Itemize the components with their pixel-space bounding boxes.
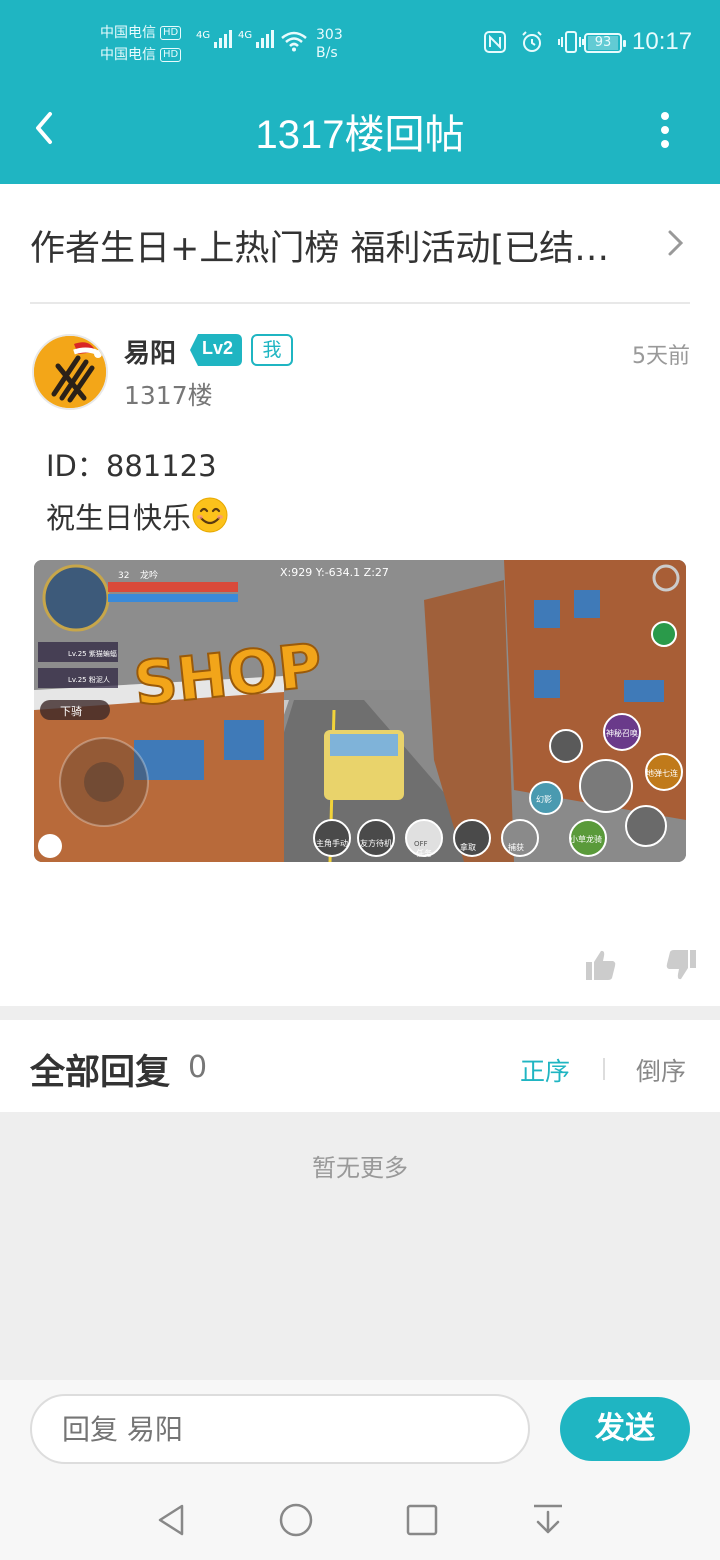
carrier-info: 中国电信 HD 中国电信 HD: [100, 22, 182, 66]
hd-badge: HD: [160, 48, 182, 62]
network-type: 4G: [238, 30, 253, 41]
level-text: Lv2: [202, 338, 234, 358]
hd-badge: HD: [160, 26, 182, 40]
post-time: 5天前: [632, 344, 690, 369]
vibrate-icon: [558, 31, 584, 53]
player-level: 32: [118, 571, 129, 581]
clock: 10:17: [632, 28, 693, 55]
nav-recents-icon[interactable]: [402, 1500, 442, 1540]
reply-bar: 发送: [0, 1380, 720, 1478]
thread-link[interactable]: 作者生日+上热门榜 福利活动[已结束]: [0, 184, 720, 304]
signal-icon: 4G: [238, 30, 275, 48]
app-header: 中国电信 HD 中国电信 HD 4G 4G 303 B/s 93 10:17 1…: [0, 0, 720, 184]
replies-count: 0: [188, 1050, 208, 1085]
avatar-image: [34, 336, 106, 408]
chevron-right-icon: [668, 230, 684, 256]
section-gap: [0, 1006, 720, 1020]
title-bar: 1317楼回帖: [0, 88, 720, 184]
send-button[interactable]: 发送: [560, 1397, 690, 1461]
replies-header: 全部回复 0 正序 倒序: [0, 1020, 720, 1112]
hud-coords: X:929 Y:-634.1 Z:27: [280, 566, 389, 579]
signal-icon: 4G: [196, 30, 233, 48]
btn-protagonist: 主角手动: [316, 838, 348, 848]
pet-2: Lv.25 粉泥人: [68, 675, 110, 684]
post-line: 祝生日快乐: [46, 501, 192, 535]
floor-number: 1317楼: [124, 381, 213, 410]
smile-emoji-icon: [192, 497, 228, 533]
nav-notification-icon[interactable]: [528, 1500, 568, 1540]
empty-message: 暂无更多: [312, 1154, 408, 1182]
network-type: 4G: [196, 30, 211, 41]
btn-capture: 捕获: [508, 842, 524, 852]
game-screenshot: SHOP 32 龙吟 X:929 Y:-634.1 Z:27 Lv.25 紫猫蝙…: [34, 560, 686, 862]
avatar[interactable]: [32, 334, 108, 410]
post-content: ID：881123 祝生日快乐: [46, 440, 229, 544]
thumbs-up-icon[interactable]: [584, 948, 618, 982]
nav-home-icon[interactable]: [276, 1500, 316, 1540]
page-title: 1317楼回帖: [255, 113, 465, 157]
status-icons: [484, 30, 584, 54]
thread-title: 作者生日+上热门榜 福利活动[已结束]: [30, 229, 620, 269]
divider: [30, 302, 690, 304]
wifi-icon: [281, 31, 307, 52]
more-options-icon[interactable]: [650, 110, 680, 150]
carrier-name: 中国电信: [100, 47, 156, 63]
sort-ascending-button[interactable]: 正序: [520, 1052, 570, 1088]
alarm-icon: [522, 31, 542, 52]
btn-off: OFF: [414, 840, 428, 848]
battery-level: 93: [588, 36, 618, 50]
carrier-name: 中国电信: [100, 25, 156, 41]
post-image[interactable]: SHOP 32 龙吟 X:929 Y:-634.1 Z:27 Lv.25 紫猫蝙…: [34, 560, 686, 862]
dismount-button: 下骑: [60, 705, 82, 718]
me-badge: 我: [251, 334, 293, 366]
nfc-icon: [484, 31, 506, 53]
system-nav-bar: [0, 1478, 720, 1560]
thumbs-down-icon[interactable]: [664, 948, 698, 982]
post-line-wrap: 祝生日快乐: [46, 492, 229, 544]
level-badge: Lv2: [190, 334, 242, 366]
btn-take: 拿取: [460, 842, 476, 852]
sort-separator: [603, 1058, 605, 1080]
speed-unit: B/s: [316, 45, 338, 61]
skill-seven: 地弹七连: [646, 768, 678, 778]
author-name[interactable]: 易阳: [124, 333, 176, 370]
btn-dragon: 小草龙骑: [570, 834, 602, 844]
player-name: 龙吟: [140, 569, 158, 581]
btn-friend: 友方待机: [360, 838, 392, 848]
replies-list: 暂无更多: [0, 1112, 720, 1380]
replies-title: 全部回复: [30, 1053, 171, 1093]
status-bar: 中国电信 HD 中国电信 HD 4G 4G 303 B/s 93 10:17: [0, 0, 720, 88]
btn-task: 任务: [416, 848, 432, 858]
network-speed: 303 B/s: [316, 26, 343, 62]
sort-descending-button[interactable]: 倒序: [636, 1052, 686, 1088]
skill-summon: 神秘召唤: [606, 728, 638, 738]
nav-back-icon[interactable]: [152, 1500, 192, 1540]
battery-icon: 93: [584, 33, 626, 53]
reply-input[interactable]: [30, 1394, 530, 1464]
pet-1: Lv.25 紫猫蝙蝠: [68, 649, 117, 658]
speed-value: 303: [316, 27, 343, 43]
skill-illusion: 幻影: [536, 794, 552, 804]
post-line: ID：881123: [46, 449, 217, 483]
